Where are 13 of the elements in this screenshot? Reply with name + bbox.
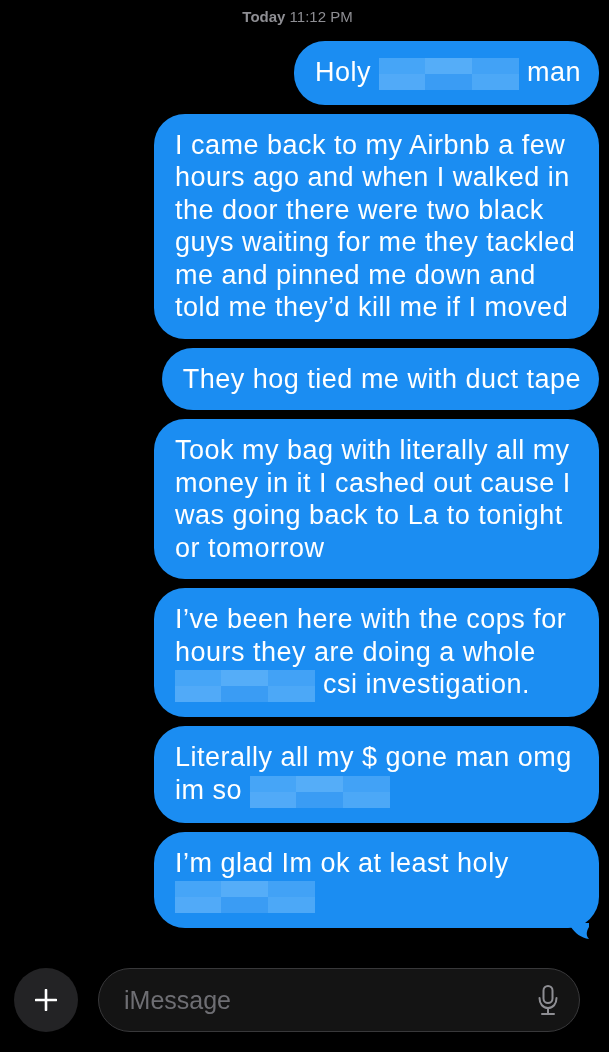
message-text: man — [526, 57, 581, 87]
message-text: Literally all my $ gone man omg — [175, 742, 572, 773]
microphone-icon[interactable] — [538, 985, 558, 1015]
message-text: They hog tied me with duct tape — [182, 363, 581, 394]
message-text: csi investigation. — [323, 669, 531, 700]
message-timestamp: Today 11:12 PM — [242, 7, 353, 27]
message-text: Took my bag with literally all my money in it I cashed out cause I was going back to La to tonight or tomorrow — [175, 435, 571, 563]
message-text: I came back to my Airbnb a few hours ago and when I walked in the door there were two black guys waiting for me they tackled me and pinned me down and told me they’d kill me if I moved — [175, 129, 576, 323]
plus-icon — [35, 989, 57, 1011]
message-input-field[interactable]: iMessage — [98, 968, 580, 1032]
message-text: I’m glad Im ok at least holy — [175, 847, 509, 878]
message-text: im so — [175, 774, 242, 805]
message-text: Holy — [314, 57, 371, 87]
